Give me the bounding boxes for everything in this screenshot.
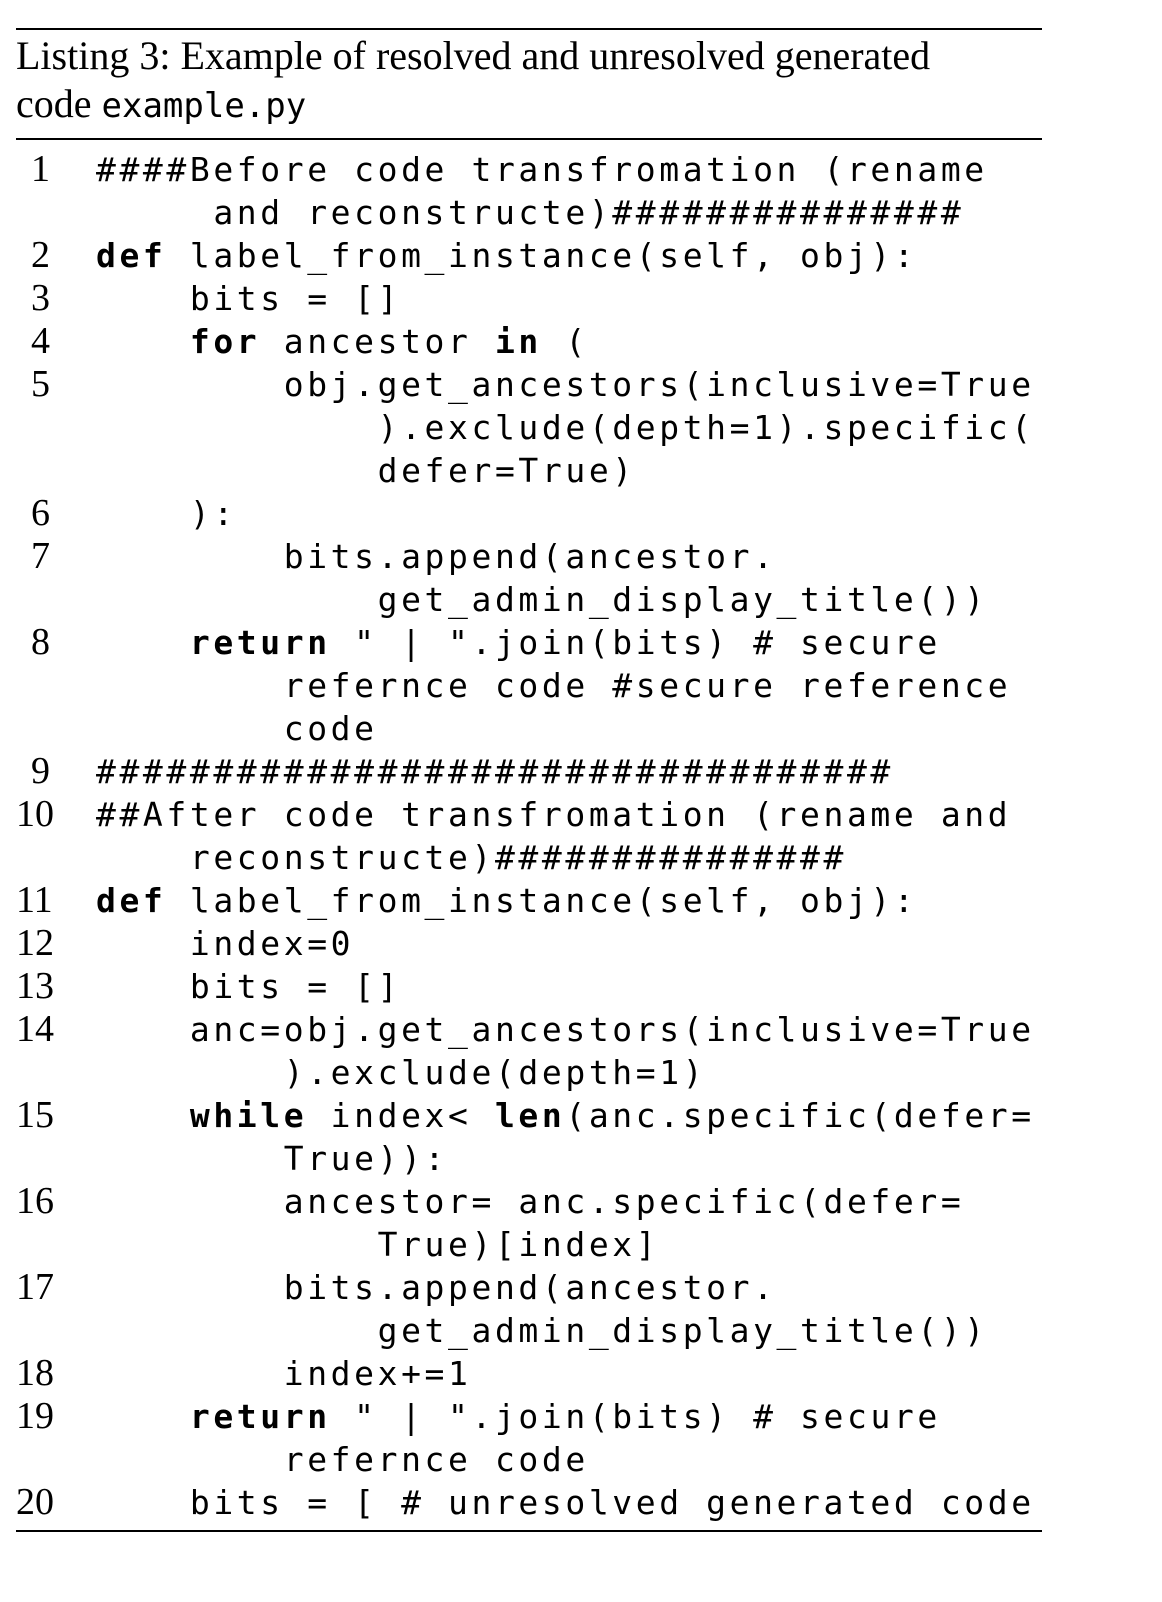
code-line: 16 ancestor= anc.specific(defer= (16, 1180, 1042, 1223)
code-line: refernce code (16, 1438, 1042, 1481)
code-line: defer=True) (16, 449, 1042, 492)
code-line: and reconstructe)############### (16, 191, 1042, 234)
caption-line2: code (16, 81, 102, 126)
keyword: for (189, 321, 261, 361)
code-line: code (16, 707, 1042, 750)
code-line: 19 return " | ".join(bits) # secure (16, 1395, 1042, 1438)
code-text: def label_from_instance(self, obj): (96, 235, 918, 275)
code-text: ).exclude(depth=1) (96, 1052, 707, 1092)
keyword: def (96, 880, 167, 920)
code-block: 1 ####Before code transfromation (rename … (16, 140, 1042, 1530)
caption-label: Listing 3: Example of resolved and unres… (16, 33, 931, 78)
code-line: get_admin_display_title()) (16, 1309, 1042, 1352)
code-text: bits.append(ancestor. (96, 1267, 777, 1307)
line-number: 3 (31, 276, 50, 319)
line-number: 13 (16, 964, 54, 1007)
code-line: 3 bits = [] (16, 277, 1042, 320)
line-number: 5 (31, 362, 50, 405)
line-number: 12 (16, 921, 54, 964)
code-line: 18 index+=1 (16, 1352, 1042, 1395)
keyword: in (494, 321, 542, 361)
keyword: len (494, 1095, 566, 1135)
code-line: 7 bits.append(ancestor. (16, 535, 1042, 578)
code-text: True)): (96, 1138, 449, 1178)
code-line: 17 bits.append(ancestor. (16, 1266, 1042, 1309)
line-number: 16 (16, 1179, 54, 1222)
code-text: ####Before code transfromation (rename (96, 149, 988, 189)
code-text: defer=True) (96, 450, 636, 490)
code-text: reconstructe)############### (96, 837, 847, 877)
bottom-rule (16, 1529, 1042, 1532)
code-text: ################################## (96, 751, 894, 791)
code-text: and reconstructe)############### (96, 192, 965, 232)
line-number: 2 (31, 233, 50, 276)
keyword: def (96, 235, 167, 275)
code-text: refernce code #secure reference (96, 665, 1012, 705)
code-line: 20 bits = [ # unresolved generated code (16, 1481, 1042, 1524)
code-line: 6 ): (16, 492, 1042, 535)
code-line: 11 def label_from_instance(self, obj): (16, 879, 1042, 922)
line-number: 15 (16, 1093, 54, 1136)
code-line: 15 while index< len(anc.specific(defer= (16, 1094, 1042, 1137)
code-line: 9 ################################## (16, 750, 1042, 793)
line-number: 11 (16, 878, 53, 921)
code-text: for ancestor in ( (189, 321, 589, 361)
code-text: ancestor= anc.specific(defer= (96, 1181, 965, 1221)
code-text: ##After code transfromation (rename and (96, 794, 1012, 834)
code-text: obj.get_ancestors(inclusive=True (96, 364, 1035, 404)
code-text: return " | ".join(bits) # secure (189, 622, 941, 662)
line-number: 9 (31, 749, 50, 792)
code-text: bits = [] (96, 966, 402, 1006)
line-number: 19 (16, 1394, 54, 1437)
code-line: get_admin_display_title()) (16, 578, 1042, 621)
line-number: 17 (16, 1265, 54, 1308)
code-text: get_admin_display_title()) (96, 579, 988, 619)
code-line: 5 obj.get_ancestors(inclusive=True (16, 363, 1042, 406)
code-text: ): (96, 493, 237, 533)
code-line: refernce code #secure reference (16, 664, 1042, 707)
keyword: while (189, 1095, 308, 1135)
listing-caption: Listing 3: Example of resolved and unres… (16, 30, 1042, 138)
code-line: True)[index] (16, 1223, 1042, 1266)
code-line: ).exclude(depth=1).specific( (16, 406, 1042, 449)
line-number: 7 (31, 534, 50, 577)
code-line: 14 anc=obj.get_ancestors(inclusive=True (16, 1008, 1042, 1051)
code-line: ).exclude(depth=1) (16, 1051, 1042, 1094)
keyword: return (189, 622, 331, 662)
code-text: bits = [] (96, 278, 402, 318)
line-number: 18 (16, 1351, 54, 1394)
line-number: 14 (16, 1007, 54, 1050)
code-text: index+=1 (96, 1353, 472, 1393)
code-text: refernce code (96, 1439, 589, 1479)
code-text: bits.append(ancestor. (96, 536, 777, 576)
code-line: 4 for ancestor in ( (16, 320, 1042, 363)
line-number: 8 (31, 620, 50, 663)
code-line: True)): (16, 1137, 1042, 1180)
code-text: return " | ".join(bits) # secure (189, 1396, 941, 1436)
code-text: def label_from_instance(self, obj): (96, 880, 918, 920)
code-text: anc=obj.get_ancestors(inclusive=True (96, 1009, 1035, 1049)
line-number: 6 (31, 491, 50, 534)
keyword: return (189, 1396, 331, 1436)
code-line: 10 ##After code transfromation (rename an… (16, 793, 1042, 836)
code-line: 13 bits = [] (16, 965, 1042, 1008)
code-text: index=0 (96, 923, 355, 963)
caption-filename: example.py (101, 86, 307, 126)
line-number: 10 (16, 792, 54, 835)
line-number: 20 (16, 1480, 54, 1523)
code-text: ).exclude(depth=1).specific( (96, 407, 1035, 447)
code-line: 12 index=0 (16, 922, 1042, 965)
line-number: 4 (31, 319, 50, 362)
code-text: True)[index] (96, 1224, 660, 1264)
code-listing: Listing 3: Example of resolved and unres… (16, 28, 1042, 1532)
code-line: 1 ####Before code transfromation (rename (16, 148, 1042, 191)
code-text: code (96, 708, 378, 748)
code-line: 8 return " | ".join(bits) # secure (16, 621, 1042, 664)
code-line: 2 def label_from_instance(self, obj): (16, 234, 1042, 277)
code-text: bits = [ # unresolved generated code (96, 1482, 1035, 1522)
code-text: while index< len(anc.specific(defer= (189, 1095, 1035, 1135)
line-number: 1 (31, 147, 50, 190)
code-line: reconstructe)############### (16, 836, 1042, 879)
code-text: get_admin_display_title()) (96, 1310, 988, 1350)
